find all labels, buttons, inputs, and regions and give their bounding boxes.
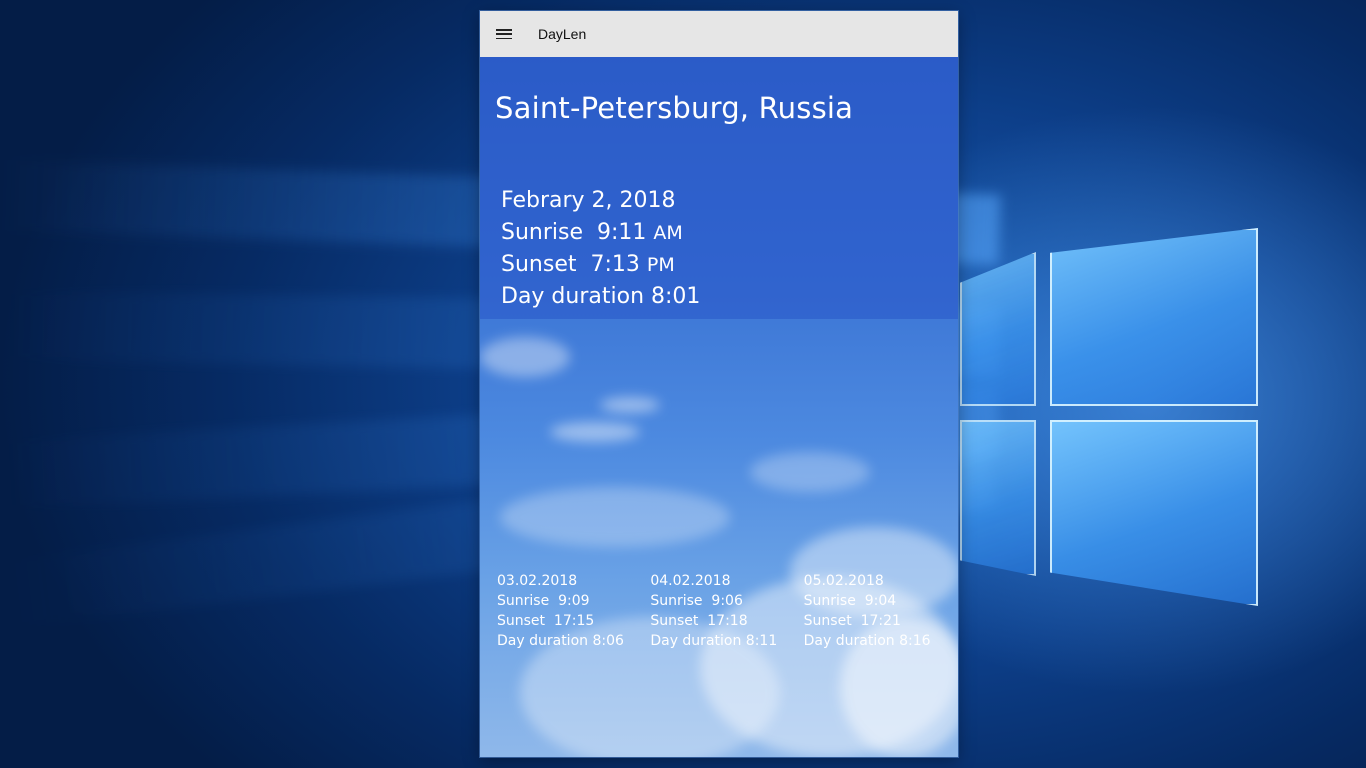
sunset-label: Sunset <box>501 252 577 277</box>
forecast-sunrise: Sunrise 9:09 <box>497 593 590 609</box>
sunrise-label: Sunrise <box>501 220 584 245</box>
app-window: DayLen Saint-Petersburg, Russia Febrary … <box>480 11 958 757</box>
title-bar: DayLen <box>480 11 958 57</box>
forecast-day: 04.02.2018 Sunrise 9:06 Sunset 17:18 Day… <box>650 571 803 651</box>
forecast-date: 04.02.2018 <box>650 573 731 589</box>
forecast-day: 05.02.2018 Sunrise 9:04 Sunset 17:21 Day… <box>804 571 957 651</box>
forecast-sunset: Sunset 17:21 <box>803 613 901 629</box>
sunrise-time: 9:11 <box>597 220 647 245</box>
current-day-details: Febrary 2, 2018 Sunrise 9:11 AM Sunset 7:1… <box>501 185 700 313</box>
sunrise-ampm: AM <box>653 222 683 244</box>
current-day-panel: Saint-Petersburg, Russia Febrary 2, 2018… <box>480 57 958 319</box>
windows-logo-pane <box>960 252 1036 406</box>
current-date: Febrary 2, 2018 <box>501 188 676 213</box>
forecast-sunrise: Sunrise 9:06 <box>650 593 743 609</box>
cloud <box>750 452 870 492</box>
hamburger-icon <box>496 29 512 39</box>
desktop-wallpaper: DayLen Saint-Petersburg, Russia Febrary … <box>0 0 1366 768</box>
forecast-sunset: Sunset 17:18 <box>650 613 748 629</box>
current-sunset: Sunset 7:13 PM <box>501 249 700 281</box>
cloud <box>550 422 640 442</box>
forecast-list: 03.02.2018 Sunrise 9:09 Sunset 17:15 Day… <box>497 571 957 651</box>
duration-label: Day duration <box>501 284 645 309</box>
forecast-day: 03.02.2018 Sunrise 9:09 Sunset 17:15 Day… <box>497 571 650 651</box>
forecast-duration: Day duration 8:16 <box>803 633 931 649</box>
forecast-sunrise: Sunrise 9:04 <box>803 593 897 609</box>
forecast-duration: Day duration 8:06 <box>497 633 624 649</box>
windows-logo-pane <box>1050 420 1258 606</box>
windows-logo-pane <box>960 420 1036 576</box>
sunset-time: 7:13 <box>590 252 640 277</box>
sunset-ampm: PM <box>646 254 675 276</box>
cloud <box>600 397 660 413</box>
cloud <box>480 337 570 377</box>
windows-logo-pane <box>1050 228 1258 406</box>
forecast-date: 05.02.2018 <box>803 573 884 589</box>
cloud <box>500 487 730 547</box>
current-day-duration: Day duration 8:01 <box>501 281 700 313</box>
forecast-duration: Day duration 8:11 <box>650 633 778 649</box>
duration-value: 8:01 <box>651 284 701 309</box>
app-title: DayLen <box>538 26 587 42</box>
forecast-sunset: Sunset 17:15 <box>497 613 595 629</box>
current-sunrise: Sunrise 9:11 AM <box>501 217 700 249</box>
sky-background: Saint-Petersburg, Russia Febrary 2, 2018… <box>480 57 958 757</box>
forecast-date: 03.02.2018 <box>497 573 578 589</box>
location-title: Saint-Petersburg, Russia <box>495 91 854 125</box>
hamburger-menu-button[interactable] <box>480 11 528 57</box>
